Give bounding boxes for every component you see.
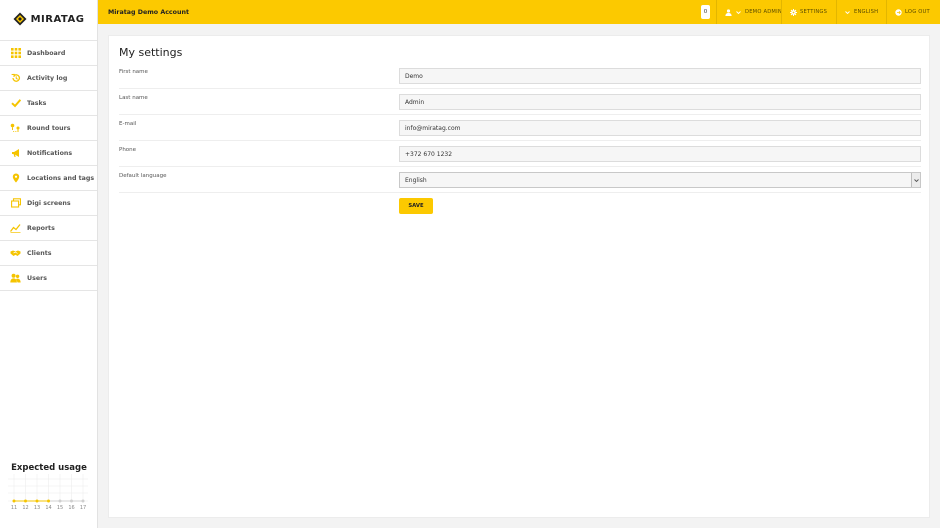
account-name: Miratag Demo Account (108, 8, 189, 16)
logout-label: LOG OUT (905, 9, 930, 15)
sidebar-item-dashboard[interactable]: Dashboard (0, 41, 97, 66)
divider (716, 0, 717, 24)
settings-label: SETTINGS (800, 9, 828, 15)
first-name-label: First name (119, 69, 148, 75)
logout-link[interactable]: LOG OUT (895, 0, 930, 24)
gear-icon (790, 8, 797, 16)
phone-label: Phone (119, 147, 137, 153)
check-icon (10, 98, 21, 109)
usage-point (70, 499, 73, 503)
sidebar-item-label: Tasks (27, 99, 47, 107)
sidebar-item-label: Dashboard (27, 49, 66, 57)
route-icon (10, 123, 21, 134)
page-title: My settings (119, 46, 183, 59)
divider (781, 0, 782, 24)
default-language-label: Default language (119, 173, 167, 179)
language-menu[interactable]: ENGLISH (844, 0, 878, 24)
divider (886, 0, 887, 24)
usage-point (47, 499, 50, 503)
usage-tick-label: 15 (57, 505, 63, 510)
save-button[interactable]: SAVE (399, 198, 433, 214)
first-name-field[interactable] (399, 68, 921, 84)
history-icon (10, 73, 21, 84)
email-label: E-mail (119, 121, 137, 127)
default-language-select[interactable]: English (399, 172, 921, 188)
form-row-default-language: Default language English (119, 167, 921, 193)
form-row-first-name: First name (119, 63, 921, 89)
usage-tick-label: 17 (80, 505, 86, 510)
chevron-down-icon (911, 173, 920, 187)
chart-icon (10, 223, 21, 234)
sidebar-item-label: Activity log (27, 74, 68, 82)
logout-icon (895, 8, 902, 16)
megaphone-icon (10, 148, 21, 159)
usage-point (12, 499, 16, 503)
top-bar: Miratag Demo Account 0 DEMO ADMIN SETTIN… (98, 0, 940, 24)
chevron-down-icon (844, 9, 851, 16)
grid-icon (10, 48, 21, 59)
last-name-label: Last name (119, 95, 148, 101)
default-language-value: English (405, 176, 427, 184)
usage-point (35, 499, 39, 503)
logo[interactable]: MIRATAG (0, 0, 97, 38)
sidebar-item-label: Locations and tags (27, 174, 95, 182)
expected-usage-chart: 11 12 13 14 15 16 17 (8, 474, 88, 510)
users-icon (10, 273, 21, 284)
language-label: ENGLISH (854, 9, 879, 15)
sidebar-item-label: Clients (27, 249, 52, 257)
sidebar-item-notifications[interactable]: Notifications (0, 141, 97, 166)
usage-tick-label: 11 (11, 505, 17, 510)
settings-link[interactable]: SETTINGS (790, 0, 827, 24)
notifications-count-badge[interactable]: 0 (701, 5, 710, 19)
chevron-down-icon (735, 9, 742, 16)
phone-field[interactable] (399, 146, 921, 162)
usage-point (24, 499, 27, 503)
miratag-logo-icon (13, 12, 27, 26)
screens-icon (10, 198, 21, 209)
last-name-field[interactable] (399, 94, 921, 110)
usage-tick-label: 14 (45, 505, 51, 510)
sidebar: MIRATAG Dashboard Activity log Tasks Rou… (0, 0, 98, 528)
sidebar-nav: Dashboard Activity log Tasks Round tours… (0, 40, 97, 291)
divider (836, 0, 837, 24)
handshake-icon (10, 248, 21, 259)
brand-name: MIRATAG (30, 13, 85, 25)
user-icon (725, 8, 732, 16)
sidebar-item-reports[interactable]: Reports (0, 216, 97, 241)
expected-usage-widget: Expected usage 11 12 13 14 15 16 17 (0, 458, 98, 528)
sidebar-item-tasks[interactable]: Tasks (0, 91, 97, 116)
sidebar-item-activity-log[interactable]: Activity log (0, 66, 97, 91)
settings-panel: My settings First name Last name E-mail … (108, 35, 930, 518)
sidebar-item-clients[interactable]: Clients (0, 241, 97, 266)
form-row-last-name: Last name (119, 89, 921, 115)
sidebar-item-label: Digi screens (27, 199, 71, 207)
pin-icon (10, 173, 21, 184)
sidebar-item-label: Round tours (27, 124, 71, 132)
user-name: DEMO ADMIN (745, 9, 782, 15)
usage-tick-label: 12 (22, 505, 28, 510)
sidebar-item-label: Notifications (27, 149, 73, 157)
user-menu[interactable]: DEMO ADMIN (725, 0, 782, 24)
sidebar-item-locations-and-tags[interactable]: Locations and tags (0, 166, 97, 191)
usage-point (81, 499, 85, 503)
usage-point (58, 499, 62, 503)
sidebar-item-users[interactable]: Users (0, 266, 97, 291)
sidebar-item-digi-screens[interactable]: Digi screens (0, 191, 97, 216)
sidebar-item-label: Reports (27, 224, 55, 232)
form-row-phone: Phone (119, 141, 921, 167)
usage-tick-label: 13 (34, 505, 40, 510)
form-row-email: E-mail (119, 115, 921, 141)
sidebar-item-round-tours[interactable]: Round tours (0, 116, 97, 141)
email-field[interactable] (399, 120, 921, 136)
sidebar-item-label: Users (27, 274, 47, 282)
usage-tick-label: 16 (68, 505, 74, 510)
expected-usage-title: Expected usage (11, 463, 87, 473)
